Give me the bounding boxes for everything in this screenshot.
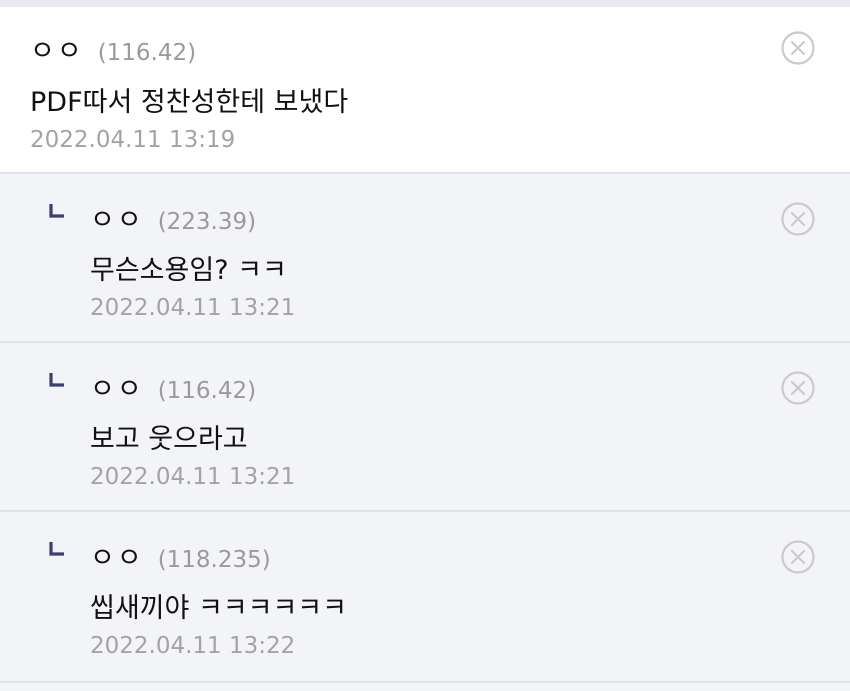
comment-nickname[interactable]: ㅇㅇ xyxy=(30,29,84,68)
comment-header: ㅇㅇ (116.42) xyxy=(30,29,196,68)
reply-arrow-icon xyxy=(49,542,64,556)
comment-item: ㅇㅇ (116.42) PDF따서 정찬성한테 보냈다 2022.04.11 1… xyxy=(0,7,850,174)
comment-ip: (116.42) xyxy=(97,40,197,66)
reply-text: 보고 웃으라고 xyxy=(90,424,248,455)
reply-text: 씹새끼야 ㅋㅋㅋㅋㅋㅋ xyxy=(90,593,347,624)
reply-ip: (118.235) xyxy=(157,547,271,573)
comment-date: 2022.04.11 13:19 xyxy=(30,127,236,153)
reply-ip: (116.42) xyxy=(157,378,257,404)
reply-ip: (223.39) xyxy=(157,209,257,235)
reply-text: 무슨소용임? ㅋㅋ xyxy=(90,255,287,286)
reply-arrow-icon xyxy=(49,373,64,387)
reply-date: 2022.04.11 13:21 xyxy=(90,464,296,490)
reply-header: ㅇㅇ (223.39) xyxy=(90,198,256,237)
reply-date: 2022.04.11 13:22 xyxy=(90,633,296,659)
reply-item: ㅇㅇ (118.235) 씹새끼야 ㅋㅋㅋㅋㅋㅋ 2022.04.11 13:2… xyxy=(0,512,850,683)
bottom-divider xyxy=(0,683,850,691)
reply-nickname[interactable]: ㅇㅇ xyxy=(90,536,144,575)
reply-item: ㅇㅇ (116.42) 보고 웃으라고 2022.04.11 13:21 xyxy=(0,343,850,512)
close-circle-icon[interactable] xyxy=(781,540,815,574)
reply-date: 2022.04.11 13:21 xyxy=(90,295,296,321)
reply-nickname[interactable]: ㅇㅇ xyxy=(90,367,144,406)
top-divider xyxy=(0,0,850,7)
reply-header: ㅇㅇ (116.42) xyxy=(90,367,256,406)
reply-item: ㅇㅇ (223.39) 무슨소용임? ㅋㅋ 2022.04.11 13:21 xyxy=(0,174,850,343)
close-circle-icon[interactable] xyxy=(781,371,815,405)
close-circle-icon[interactable] xyxy=(781,202,815,236)
comment-text: PDF따서 정찬성한테 보냈다 xyxy=(30,87,349,118)
reply-header: ㅇㅇ (118.235) xyxy=(90,536,271,575)
reply-nickname[interactable]: ㅇㅇ xyxy=(90,198,144,237)
reply-arrow-icon xyxy=(49,204,64,218)
close-circle-icon[interactable] xyxy=(781,31,815,65)
